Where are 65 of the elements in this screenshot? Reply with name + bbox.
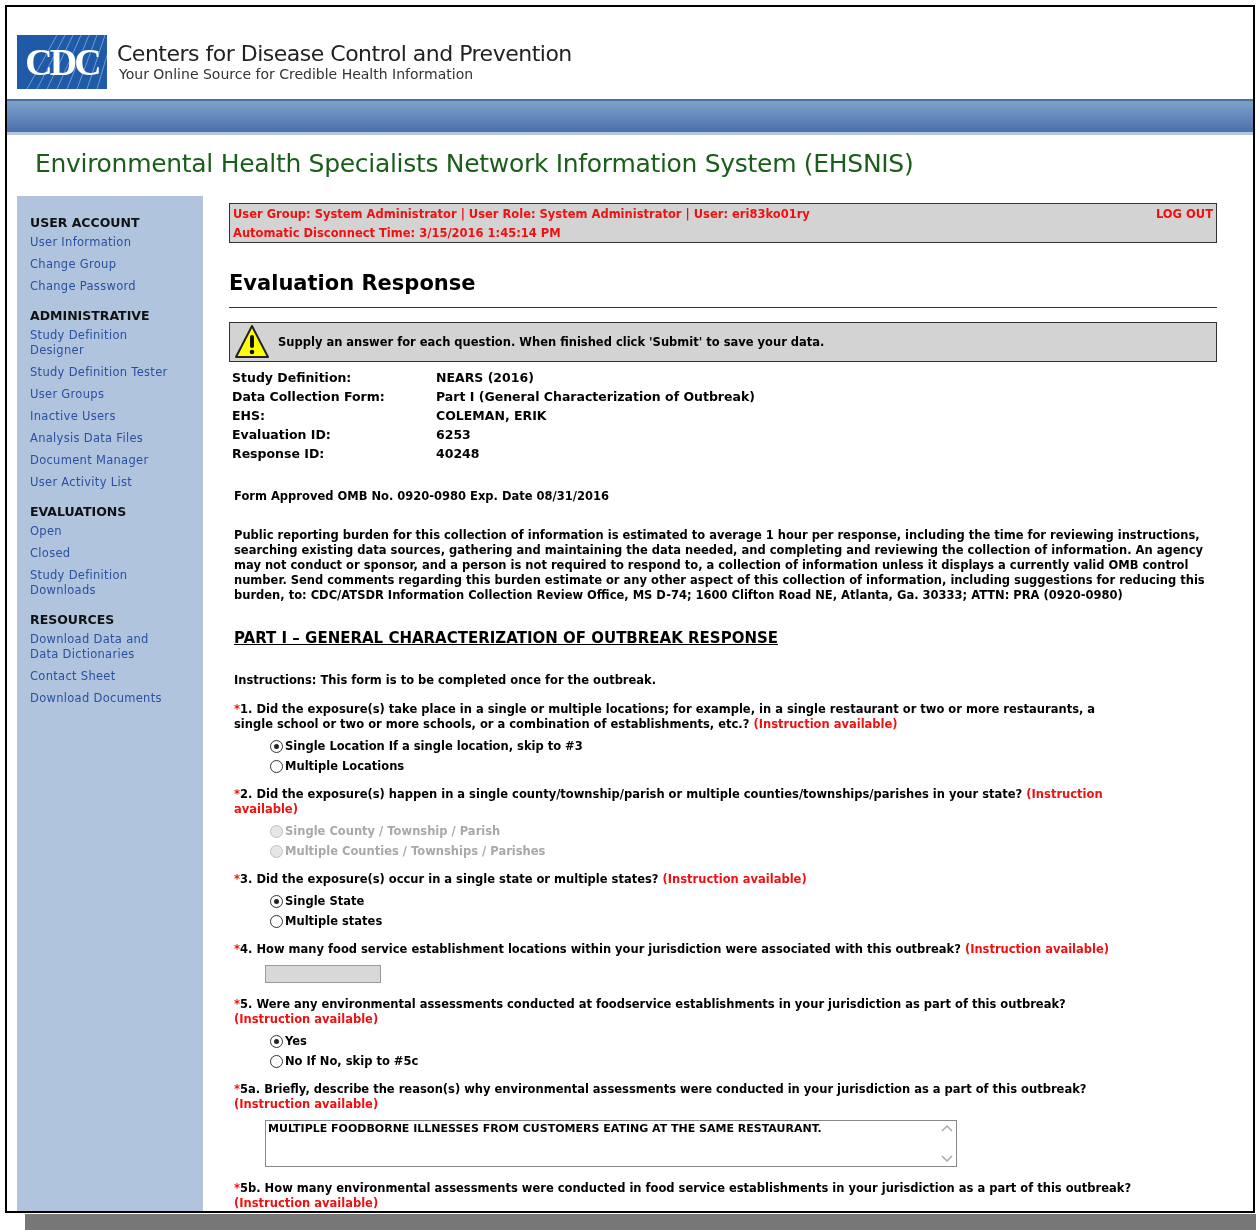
sidebar-link[interactable]: Study Definition Designer (30, 328, 181, 358)
disconnect-time: Automatic Disconnect Time: 3/15/2016 1:45:14 PM (233, 226, 562, 240)
instructions-text: Instructions: This form is to be completed once for the outbreak. (234, 673, 658, 688)
tagline: Your Online Source for Credible Health Information (119, 66, 475, 83)
option-label: No If No, skip to #5c (285, 1054, 419, 1068)
sidebar-link[interactable]: Document Manager (30, 453, 181, 468)
info-value: NEARS (2016) (436, 370, 535, 385)
app-title: Environmental Health Specialists Network Information System (EHSNIS) (35, 149, 915, 181)
burden-statement: Public reporting burden for this collection of information is estimated to average 1 hour per response, including the time for reviewing instructions, searching existing data sources, gathering and maintaining the data needed, and completing and reviewing the collection of information. An agency may not conduct or sponsor, and a person is not required to respond to, a collection of information unless it displays a currently valid OMB control number. Send comments regarding this burden estimate or any other aspect of this collection of information, including suggestions for reducing this burden, to: CDC/ATSDR Information Collection Review Office, MS D-74; 1600 Clifton Road NE, Atlanta, Ga. 30333; ATTN: PRA (0920-0980) (234, 528, 1206, 603)
sidebar-link[interactable]: Study Definition Tester (30, 365, 181, 380)
info-label: Evaluation ID: (232, 427, 332, 442)
option-label: Multiple states (285, 914, 383, 928)
sidebar-heading: RESOURCES (30, 612, 116, 627)
info-label: Response ID: (232, 446, 326, 461)
option-label: Single Location If a single location, skip to #3 (285, 739, 583, 753)
sidebar-heading: EVALUATIONS (30, 504, 128, 519)
option-label: Single County / Township / Parish (285, 824, 501, 838)
question-text: *5a. Briefly, describe the reason(s) why environmental assessments were conducted in your jurisdiction as a part of this outbreak? (Instruction available) (234, 1082, 1088, 1112)
part-title: PART I – GENERAL CHARACTERIZATION OF OUTBREAK RESPONSE (234, 629, 778, 647)
option-label: Multiple Locations (285, 759, 405, 773)
sidebar-link[interactable]: Contact Sheet (30, 669, 181, 684)
option-label: Yes (285, 1034, 307, 1048)
question-text: *5b. How many environmental assessments were conducted in food service establishments in your jurisdiction as a part of this outbreak? (Instruction available) (234, 1181, 1133, 1211)
radio-button[interactable] (270, 914, 283, 928)
sidebar-link[interactable]: Closed (30, 546, 181, 561)
question-text: *3. Did the exposure(s) occur in a single state or multiple states? (Instruction available) (234, 872, 808, 887)
radio-button[interactable] (270, 739, 283, 753)
radio-button[interactable] (270, 1054, 283, 1068)
sidebar-link[interactable]: Open (30, 524, 181, 539)
sidebar-link[interactable]: Analysis Data Files (30, 431, 181, 446)
sidebar-link[interactable]: User Activity List (30, 475, 181, 490)
info-value: COLEMAN, ERIK (436, 408, 548, 423)
sidebar-link[interactable]: Download Data and Data Dictionaries (30, 632, 181, 662)
info-label: Data Collection Form: (232, 389, 386, 404)
info-label: Study Definition: (232, 370, 353, 385)
user-info: User Group: System Administrator | User Role: System Administrator | User: eri83ko01ry (233, 207, 810, 221)
cdc-logo: CDC (17, 34, 107, 89)
info-value: 40248 (436, 446, 481, 461)
sidebar-link[interactable]: User Groups (30, 387, 181, 402)
info-value: 6253 (436, 427, 472, 442)
sidebar-link[interactable]: Download Documents (30, 691, 181, 706)
question-text: *1. Did the exposure(s) take place in a single or multiple locations; for example, in a single restaurant or two or more restaurants, a single school or two or more schools, or a combination of establishments, etc.? (Instruction available) (234, 702, 1097, 732)
page-title: Evaluation Response (229, 271, 1217, 308)
sidebar-link[interactable]: User Information (30, 235, 181, 250)
logout-link[interactable]: LOG OUT (1155, 207, 1213, 240)
org-title: Centers for Disease Control and Prevention (117, 41, 572, 67)
sidebar-link[interactable]: Inactive Users (30, 409, 181, 424)
radio-button[interactable] (270, 1034, 283, 1048)
question-text: *4. How many food service establishment locations within your jurisdiction were associated with this outbreak? (Instruction available) (234, 942, 1111, 957)
sidebar-heading: ADMINISTRATIVE (30, 308, 151, 323)
omb-notice: Form Approved OMB No. 0920-0980 Exp. Date 08/31/2016 (234, 489, 610, 504)
info-value: Part I (General Characterization of Outbreak) (436, 389, 756, 404)
sidebar-heading: USER ACCOUNT (30, 215, 141, 230)
option-label: Multiple Counties / Townships / Parishes (285, 844, 546, 858)
radio-button[interactable] (270, 759, 283, 773)
question-text: *2. Did the exposure(s) happen in a single county/township/parish or multiple counties/townships/parishes in your state? (Instruction available) (234, 787, 1104, 817)
info-label: EHS: (232, 408, 266, 423)
sidebar-link[interactable]: Change Group (30, 257, 181, 272)
notice-text: Supply an answer for each question. When finished click 'Submit' to save your data. (278, 335, 825, 349)
option-label: Single State (285, 894, 365, 908)
sidebar-link[interactable]: Study Definition Downloads (30, 568, 181, 598)
question-text: *5. Were any environmental assessments conducted at foodservice establishments in your jurisdiction as part of this outbreak? (Instruction available) (234, 997, 1067, 1027)
sidebar-link[interactable]: Change Password (30, 279, 181, 294)
warning-icon (234, 324, 270, 360)
radio-button[interactable] (270, 894, 283, 908)
